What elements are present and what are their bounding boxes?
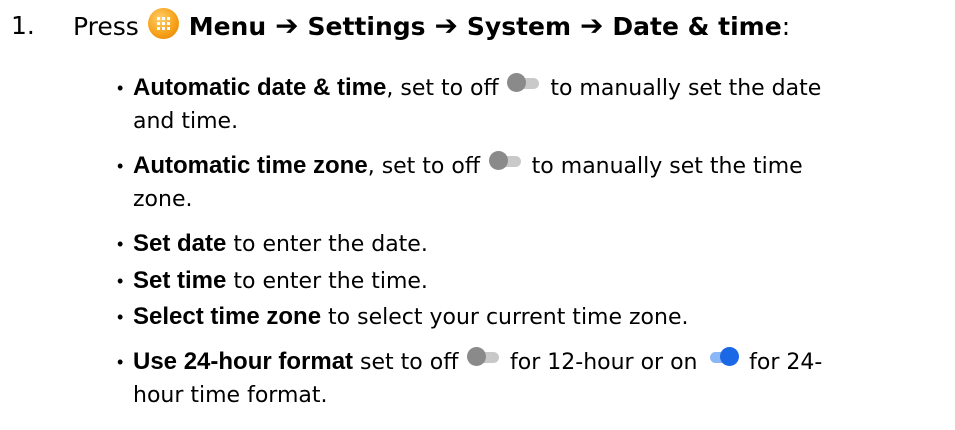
- bullet-dot: •: [117, 307, 124, 327]
- list-item-select-time-zone: • Select time zone to select your curren…: [117, 301, 833, 334]
- system-label: System: [466, 12, 572, 41]
- toggle-off-icon: [467, 347, 501, 366]
- bullet-dot: •: [117, 234, 124, 254]
- option-label: Select time zone: [133, 303, 322, 330]
- menu-label: Menu: [188, 12, 267, 41]
- step-number: 1.: [11, 11, 35, 40]
- option-text-line2: zone.: [133, 187, 193, 212]
- option-text-post: to manually set the date: [543, 76, 822, 101]
- bullet-dot: •: [117, 156, 124, 176]
- bullet-dot: •: [117, 271, 124, 291]
- toggle-on-icon: [706, 347, 740, 366]
- menu-grid-icon: [147, 8, 179, 39]
- option-text-post: to manually set the time: [524, 154, 803, 179]
- option-text-line2: and time.: [133, 109, 239, 134]
- option-label: Set time: [133, 267, 227, 294]
- bullet-dot: •: [117, 78, 124, 98]
- list-item-automatic-time-zone: • Automatic time zone, set to off to man…: [117, 150, 833, 216]
- arrow-right-icon: ➔: [434, 9, 458, 42]
- option-text-mid: for 12-hour or on: [503, 350, 698, 375]
- arrow-right-icon: ➔: [580, 9, 604, 42]
- date-time-label: Date & time: [612, 12, 782, 41]
- option-text: to enter the time.: [226, 269, 428, 294]
- list-item-set-time: • Set time to enter the time.: [117, 265, 833, 298]
- option-text-line2: hour time format.: [133, 383, 328, 408]
- settings-label: Settings: [307, 12, 426, 41]
- option-text: to select your current time zone.: [321, 305, 689, 330]
- option-label: Automatic date & time: [133, 74, 387, 101]
- option-text-pre: , set to off: [367, 154, 481, 179]
- option-text-pre: , set to off: [386, 76, 499, 101]
- list-item-automatic-date-time: • Automatic date & time, set to off to m…: [117, 72, 833, 138]
- bullet-dot: •: [117, 352, 124, 372]
- step-1: 1. Press Menu ➔ Settings ➔ System ➔ Date…: [0, 6, 955, 46]
- colon: :: [781, 12, 791, 41]
- option-text-post: for 24-: [742, 350, 823, 375]
- option-label: Use 24-hour format: [133, 348, 354, 375]
- option-text-pre: set to off: [353, 350, 459, 375]
- list-item-set-date: • Set date to enter the date.: [117, 228, 833, 261]
- option-label: Set date: [133, 230, 227, 257]
- arrow-right-icon: ➔: [275, 9, 299, 42]
- toggle-off-icon: [507, 73, 541, 92]
- press-text: Press: [73, 12, 139, 41]
- toggle-off-icon: [488, 151, 523, 170]
- option-label: Automatic time zone: [133, 152, 368, 179]
- option-text: to enter the date.: [226, 232, 428, 257]
- step-instruction: Press Menu ➔ Settings ➔ System ➔ Date & …: [73, 6, 790, 47]
- list-item-use-24-hour-format: • Use 24-hour format set to off for 12-h…: [117, 346, 833, 412]
